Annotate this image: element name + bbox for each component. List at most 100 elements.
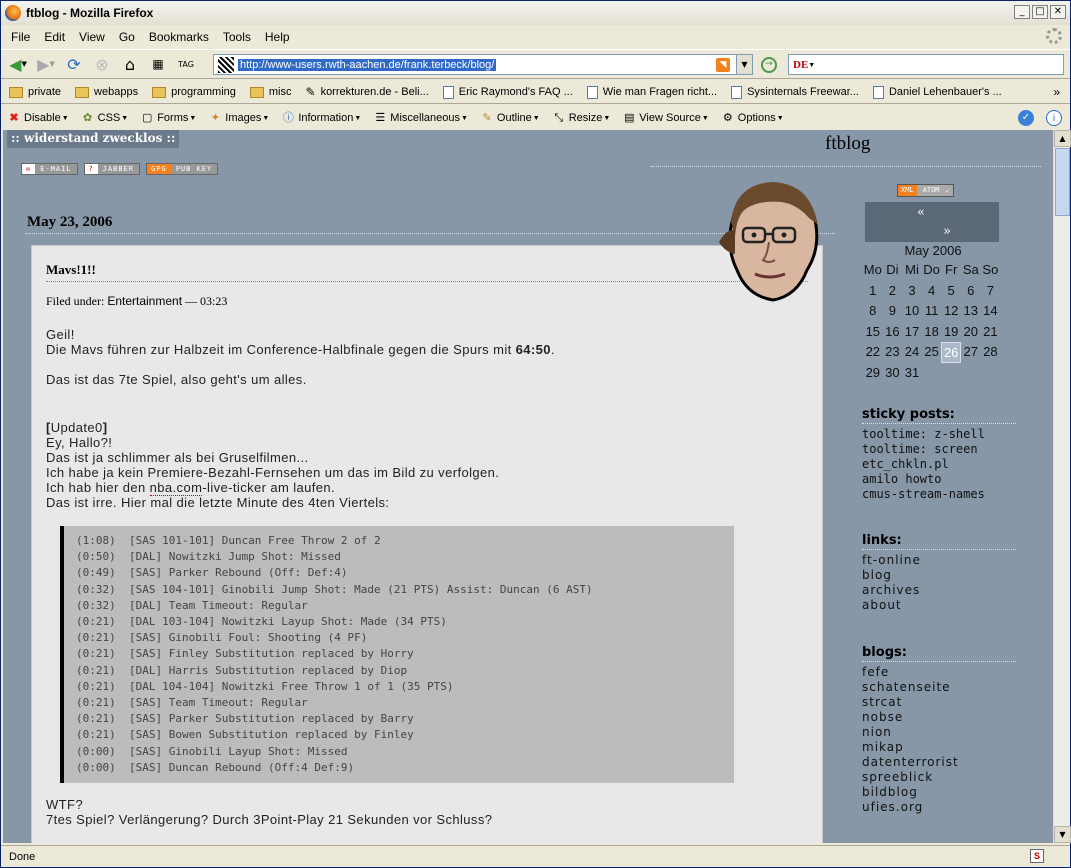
go-icon[interactable]: →	[761, 57, 777, 73]
bookmark-folder-programming[interactable]: programming	[152, 86, 236, 98]
bookmark-sysinternals[interactable]: Sysinternals Freewar...	[731, 85, 859, 99]
dev-outline-menu[interactable]: ✎ Outline ▼	[480, 111, 539, 125]
rss-feed-icon[interactable]: ◥	[716, 58, 730, 72]
bookmark-label: programming	[171, 86, 236, 98]
jabber-badge[interactable]: ? JABBER	[83, 163, 141, 175]
dev-css-menu[interactable]: ✿ CSS ▼	[81, 111, 128, 125]
search-box[interactable]: DE ▼	[788, 54, 1064, 75]
blogroll-link[interactable]: bildblog	[862, 785, 1016, 800]
bookmark-label: private	[28, 86, 62, 98]
dev-information-menu[interactable]: ⓘ Information ▼	[281, 111, 361, 125]
menu-help[interactable]: Help	[259, 30, 298, 44]
blogroll-link[interactable]: spreeblick	[862, 770, 1016, 785]
url-bar[interactable]: http://www-users.rwth-aachen.de/frank.te…	[213, 54, 753, 75]
blogroll-link[interactable]: nobse	[862, 710, 1016, 725]
url-history-dropdown[interactable]: ▼	[736, 55, 752, 74]
nba-link[interactable]: nba.com	[149, 480, 203, 496]
menu-go[interactable]: Go	[113, 30, 143, 44]
dev-images-menu[interactable]: ✦ Images ▼	[208, 111, 270, 125]
title-divider	[651, 166, 1041, 167]
menu-bookmarks[interactable]: Bookmarks	[143, 30, 217, 44]
menu-view[interactable]: View	[73, 30, 113, 44]
calendar-next-link[interactable]: »	[943, 224, 951, 239]
back-button[interactable]: ◀ ▼	[7, 53, 29, 75]
calendar-day-today[interactable]: 26	[941, 342, 961, 363]
scroll-up-button[interactable]: ▲	[1054, 130, 1071, 147]
sticky-post-link[interactable]: tooltime: screen	[862, 442, 1016, 457]
bookmark-korrekturen[interactable]: ✎ korrekturen.de - Beli...	[306, 85, 429, 99]
calendar-caption: May 2006	[904, 243, 962, 258]
weekday-header: Mi	[905, 262, 919, 277]
tag-button[interactable]: TAG	[175, 53, 197, 75]
blogroll-link[interactable]: mikap	[862, 740, 1016, 755]
sidebar-link[interactable]: ft-online	[862, 553, 1016, 568]
sticky-post-link[interactable]: etc_chkln.pl	[862, 457, 1016, 472]
sidebar-link[interactable]: about	[862, 598, 1016, 613]
url-text[interactable]: http://www-users.rwth-aachen.de/frank.te…	[238, 58, 497, 71]
sticky-post-link[interactable]: tooltime: z-shell	[862, 427, 1016, 442]
status-addon-icon[interactable]: S	[1030, 849, 1044, 863]
blogroll-link[interactable]: strcat	[862, 695, 1016, 710]
scroll-down-button[interactable]: ▼	[1054, 826, 1071, 843]
gpg-label: GPG	[147, 164, 171, 174]
close-button[interactable]: ✕	[1050, 5, 1066, 19]
dev-label: Resize	[568, 112, 603, 124]
sticky-post-link[interactable]: cmus-stream-names	[862, 487, 1016, 502]
bookmark-folder-webapps[interactable]: webapps	[75, 86, 138, 98]
sidebar-link[interactable]: archives	[862, 583, 1016, 598]
blogroll-link[interactable]: nion	[862, 725, 1016, 740]
vertical-scrollbar[interactable]: ▲ ▼	[1053, 130, 1071, 843]
email-badge[interactable]: ✉ E-MAIL	[21, 163, 78, 175]
bookmark-wie-man-fragen[interactable]: Wie man Fragen richt...	[586, 85, 717, 99]
dev-view-source-menu[interactable]: ▤ View Source ▼	[622, 111, 709, 125]
web-developer-button[interactable]: ▦	[147, 53, 169, 75]
blogroll-link[interactable]: ufies.org	[862, 800, 1016, 815]
bookmarks-overflow-icon[interactable]: »	[1053, 85, 1060, 99]
forward-button[interactable]: ▶ ▼	[35, 53, 57, 75]
minimize-button[interactable]: _	[1014, 5, 1030, 19]
dev-miscellaneous-menu[interactable]: ☰ Miscellaneous ▼	[373, 111, 468, 125]
blogroll-link[interactable]: fefe	[862, 665, 1016, 680]
dev-label: Miscellaneous	[390, 112, 460, 124]
search-engine-icon[interactable]: DE	[793, 59, 808, 71]
dev-disable-menu[interactable]: ✖ Disable ▼	[7, 111, 68, 125]
text-line: WTF?	[46, 797, 83, 813]
miscellaneous-icon: ☰	[375, 112, 386, 124]
jabber-icon: ?	[84, 164, 98, 174]
dev-forms-menu[interactable]: ▢ Forms ▼	[140, 111, 196, 125]
dev-resize-menu[interactable]: ⤡ Resize ▼	[552, 111, 610, 125]
atom-feed-badge[interactable]: XML ATOM ✓	[897, 184, 954, 197]
menu-edit[interactable]: Edit	[38, 30, 73, 44]
calendar-day: 13	[963, 303, 978, 318]
scroll-thumb[interactable]	[1055, 148, 1070, 216]
dev-options-menu[interactable]: ⚙ Options ▼	[721, 111, 784, 125]
gpg-key-badge[interactable]: GPG PUB KEY	[146, 163, 219, 175]
bookmarks-toolbar: private webapps programming misc ✎ korrek…	[1, 81, 1070, 104]
calendar-prev-link[interactable]: «	[917, 205, 925, 220]
post-title[interactable]: Mavs!1!!	[46, 262, 808, 282]
blogroll-link[interactable]: datenterrorist	[862, 755, 1016, 770]
log-line: (0:21) [SAS] Ginobili Foul: Shooting (4 …	[76, 631, 368, 645]
site-title[interactable]: ftblog	[825, 133, 870, 155]
maximize-button[interactable]: □	[1032, 5, 1048, 19]
menu-tools[interactable]: Tools	[217, 30, 259, 44]
blogroll-link[interactable]: schatenseite	[862, 680, 1016, 695]
bookmark-daniel-lehenbauer[interactable]: Daniel Lehenbauer's ...	[872, 85, 1002, 99]
log-line: (0:21) [DAL] Harris Substitution replace…	[76, 663, 408, 677]
calendar-day: 2	[888, 282, 896, 298]
post-category-link[interactable]: Entertainment	[107, 294, 182, 308]
stop-button[interactable]: ⊗	[91, 53, 113, 75]
bookmark-folder-private[interactable]: private	[9, 86, 61, 98]
home-button[interactable]: ⌂	[119, 53, 141, 75]
validate-check-icon[interactable]: ✓	[1018, 110, 1034, 126]
reload-button[interactable]: ⟳	[63, 53, 85, 75]
sticky-post-link[interactable]: amilo howto	[862, 472, 1016, 487]
bookmark-folder-misc[interactable]: misc	[249, 86, 292, 98]
dev-label: Disable	[24, 112, 61, 124]
calendar-day: 19	[943, 323, 959, 339]
section-heading: links:	[862, 533, 1016, 550]
menu-file[interactable]: File	[5, 30, 38, 44]
about-info-icon[interactable]: i	[1046, 110, 1062, 126]
sidebar-link[interactable]: blog	[862, 568, 1016, 583]
bookmark-eric-raymond-faq[interactable]: Eric Raymond's FAQ ...	[442, 85, 573, 99]
